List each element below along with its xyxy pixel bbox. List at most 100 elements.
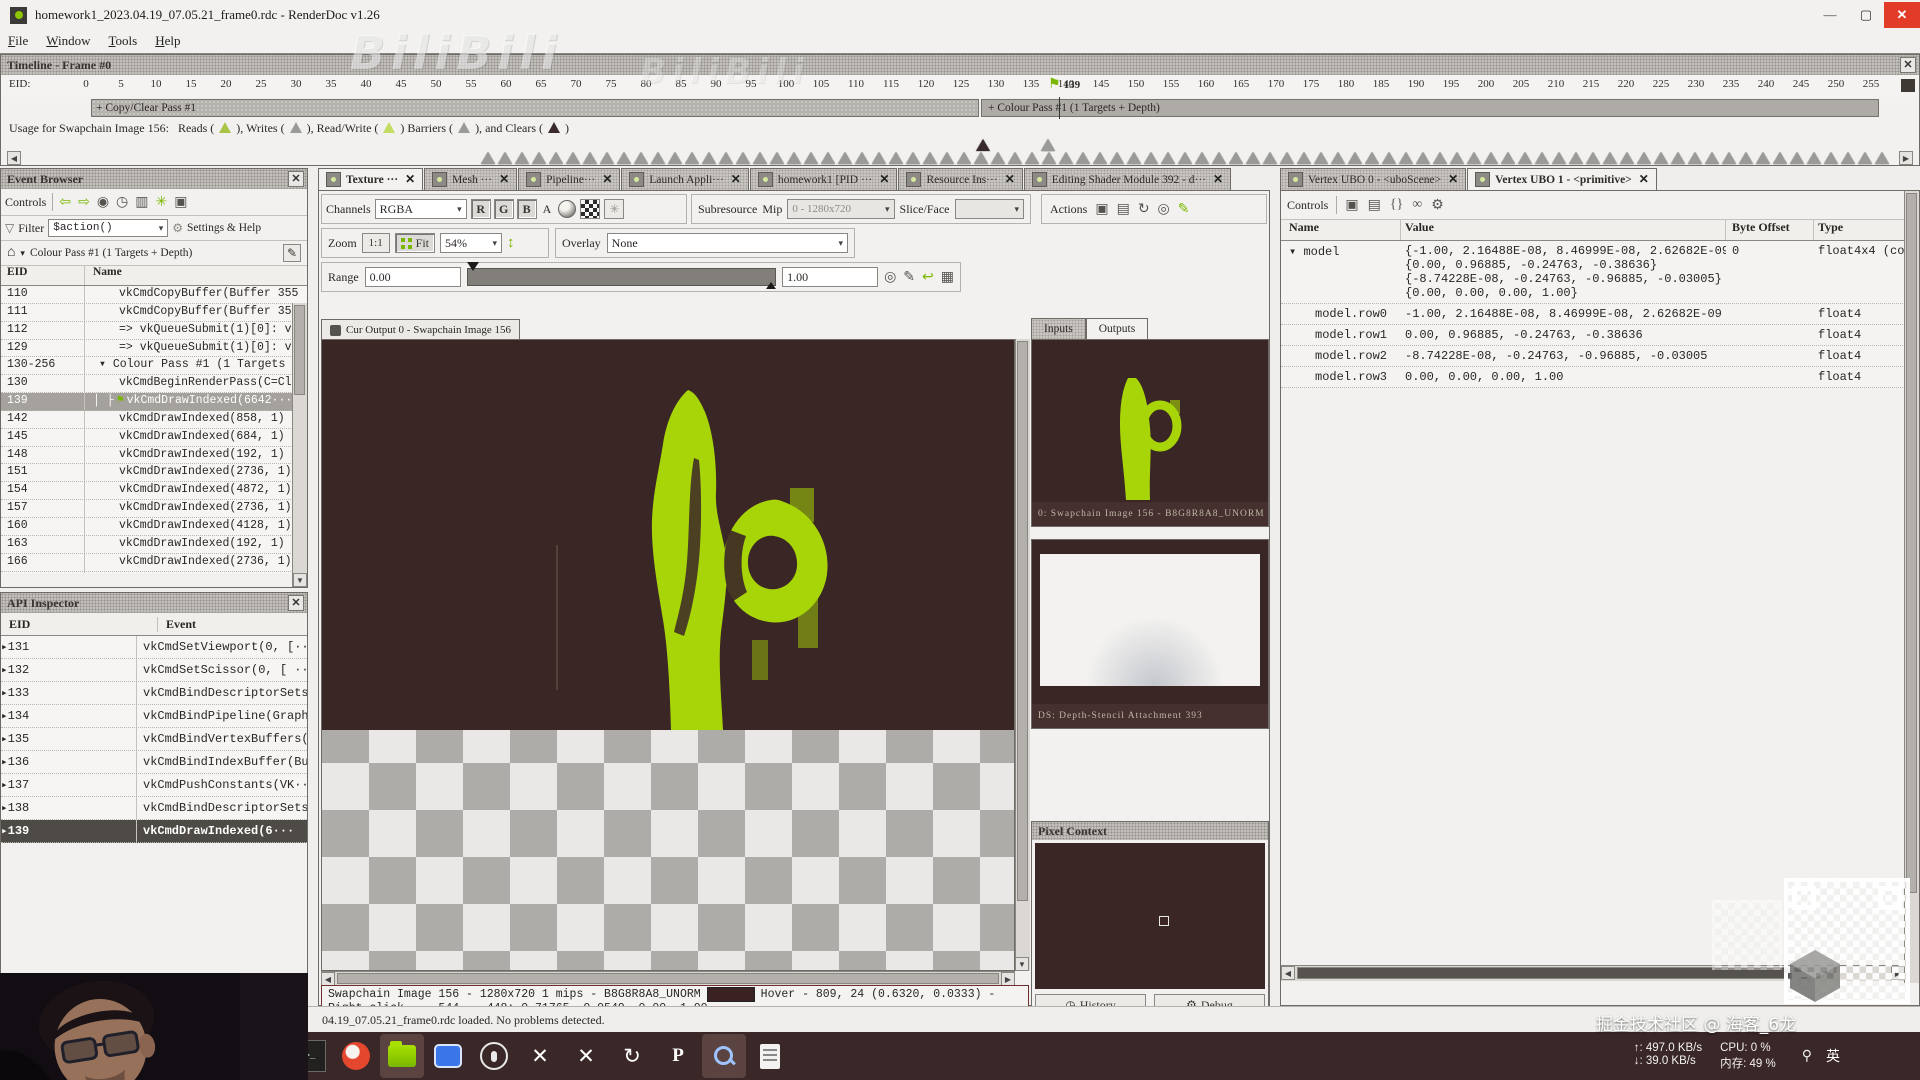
event-browser-title[interactable]: Event Browser ✕	[1, 169, 307, 189]
viewer-hscrollbar[interactable]: ◀ ▶	[321, 971, 1015, 986]
usage-marker-icon[interactable]	[1535, 152, 1549, 164]
usage-marker-icon[interactable]	[1569, 152, 1583, 164]
close-tab-icon[interactable]: ✕	[879, 172, 889, 187]
usage-marker-icon[interactable]	[1144, 152, 1158, 164]
channel-a-button[interactable]: A	[543, 202, 552, 217]
pixel-context-view[interactable]	[1035, 843, 1265, 989]
tv-pencil-icon[interactable]: ✎	[1178, 201, 1190, 218]
usage-marker-icon[interactable]	[923, 152, 937, 164]
close-icon[interactable]: ✕	[288, 595, 304, 611]
usage-marker-icon[interactable]	[1807, 152, 1821, 164]
range-undo-icon[interactable]: ↩	[922, 269, 934, 286]
pinyin-icon[interactable]: P	[663, 1041, 693, 1071]
browser-icon[interactable]	[342, 1042, 370, 1070]
tab-texture-viewer-3[interactable]: Launch Appli···✕	[621, 168, 748, 190]
checkerboard-background-button[interactable]	[580, 199, 600, 219]
ubo-row[interactable]: model.row2-8.74228E-08, -0.24763, -0.968…	[1281, 346, 1919, 367]
usage-marker-icon[interactable]	[1722, 152, 1736, 164]
api-row[interactable]: ▸138vkCmdBindDescriptorSets(	[1, 797, 307, 820]
usage-marker-icon[interactable]	[1654, 152, 1668, 164]
scroll-left-icon[interactable]: ◀	[7, 151, 21, 165]
event-row[interactable]: 130-256▾ Colour Pass #1 (1 Targets ···	[1, 357, 307, 375]
taskbar-cell[interactable]	[702, 1034, 746, 1078]
usage-marker-icon[interactable]	[974, 152, 988, 164]
event-row[interactable]: 151vkCmdDrawIndexed(2736, 1)	[1, 464, 307, 482]
event-row[interactable]: 112=> vkQueueSubmit(1)[0]: vk	[1, 322, 307, 340]
usage-marker-icon[interactable]	[617, 152, 631, 164]
pass-colour[interactable]: + Colour Pass #1 (1 Targets + Depth)	[981, 99, 1879, 117]
event-row[interactable]: 139│ ├⚑vkCmdDrawIndexed(6642···	[1, 393, 307, 411]
barrier-marker-icon[interactable]	[1041, 139, 1055, 151]
gamma-icon[interactable]	[558, 200, 576, 218]
usage-marker-icon[interactable]	[685, 152, 699, 164]
usage-marker-icon[interactable]	[957, 152, 971, 164]
tab-texture-viewer-1[interactable]: Mesh ···✕	[424, 168, 517, 190]
event-row[interactable]: 169vkCmdDrawIndexed(3792, 1)	[1, 572, 307, 574]
usage-marker-icon[interactable]	[1246, 152, 1260, 164]
flip-y-icon[interactable]: ↕	[507, 235, 515, 252]
close-tab-icon[interactable]: ✕	[602, 172, 612, 187]
expand-icon[interactable]: ▸	[1, 757, 8, 769]
eb-bookmark-icon[interactable]: ✳	[155, 194, 167, 211]
usage-marker-icon[interactable]	[1603, 152, 1617, 164]
api-row[interactable]: ▸135vkCmdBindVertexBuffers(0	[1, 728, 307, 751]
usage-marker-icon[interactable]	[787, 152, 801, 164]
usage-marker-icon[interactable]	[1484, 152, 1498, 164]
expand-icon[interactable]: ▸	[1, 711, 8, 723]
close-tab-icon[interactable]: ✕	[1005, 172, 1015, 187]
usage-marker-icon[interactable]	[1229, 152, 1243, 164]
timeline-title[interactable]: Timeline - Frame #0 ✕	[1, 55, 1919, 75]
ubo-format-icon[interactable]: {}	[1390, 197, 1403, 213]
files-icon[interactable]	[388, 1045, 416, 1067]
screenshot-icon[interactable]	[434, 1044, 462, 1068]
taskbar-cell[interactable]: ✕	[564, 1034, 608, 1078]
usage-marker-icon[interactable]	[1059, 152, 1073, 164]
event-scrollbar[interactable]: ▼	[292, 303, 307, 587]
event-row[interactable]: 111vkCmdCopyBuffer(Buffer 358	[1, 304, 307, 322]
zoom-1-1-button[interactable]: 1:1	[362, 233, 390, 253]
taskbar-cell[interactable]: ↻	[610, 1034, 654, 1078]
usage-marker-icon[interactable]	[702, 152, 716, 164]
pixel-context-title[interactable]: Pixel Context	[1032, 822, 1268, 840]
usage-marker-icon[interactable]	[1025, 152, 1039, 164]
range-max-handle[interactable]	[766, 282, 776, 289]
output-thumbnail-ds[interactable]: DS: Depth-Stencil Attachment 393	[1031, 539, 1269, 729]
usage-marker-icon[interactable]	[1348, 152, 1362, 164]
texture-display[interactable]	[321, 339, 1015, 971]
usage-marker-icon[interactable]	[1042, 152, 1056, 164]
usage-marker-icon[interactable]	[1280, 152, 1294, 164]
close-button[interactable]: ✕	[1884, 2, 1920, 28]
output-thumbnail-0[interactable]: 0: Swapchain Image 156 - B8G8R8A8_UNORM	[1031, 339, 1269, 527]
eb-time-icon[interactable]: ◷	[116, 194, 128, 211]
tab-texture-viewer-4[interactable]: homework1 [PID ···✕	[750, 168, 898, 190]
usage-marker-icon[interactable]	[1297, 152, 1311, 164]
event-row[interactable]: 157vkCmdDrawIndexed(2736, 1)	[1, 500, 307, 518]
event-row[interactable]: 129=> vkQueueSubmit(1)[0]: vk	[1, 340, 307, 358]
clear-marker-icon[interactable]	[976, 139, 990, 151]
usage-marker-icon[interactable]	[515, 152, 529, 164]
expand-icon[interactable]: ▸	[1, 642, 8, 654]
usage-marker-icon[interactable]	[1110, 152, 1124, 164]
usage-marker-icon[interactable]	[1824, 152, 1838, 164]
close-tab-icon[interactable]: ✕	[1448, 172, 1458, 187]
texture-image[interactable]	[322, 340, 1014, 730]
usage-marker-icon[interactable]	[1875, 152, 1889, 164]
event-row[interactable]: 154vkCmdDrawIndexed(4872, 1)	[1, 482, 307, 500]
menu-help[interactable]: Help	[151, 31, 184, 51]
flip-icon[interactable]: ✳	[604, 199, 624, 219]
expand-icon[interactable]: ▸	[1, 803, 8, 815]
event-row[interactable]: 145vkCmdDrawIndexed(684, 1)	[1, 429, 307, 447]
document-icon[interactable]	[760, 1044, 780, 1069]
usage-marker-icon[interactable]	[1399, 152, 1413, 164]
collapse-icon[interactable]: ▾	[1289, 245, 1303, 259]
expand-icon[interactable]: ▸	[1, 780, 8, 792]
expand-icon[interactable]: ▸	[1, 665, 8, 677]
menu-tools[interactable]: Tools	[104, 31, 141, 51]
home-icon[interactable]: ⌂	[7, 245, 15, 261]
close-2-icon[interactable]: ✕	[571, 1041, 601, 1071]
usage-marker-icon[interactable]	[1161, 152, 1175, 164]
usage-marker-icon[interactable]	[1756, 152, 1770, 164]
tab-io-0[interactable]: Inputs	[1031, 318, 1086, 339]
tab-ubo-0[interactable]: Vertex UBO 0 - <uboScene>✕	[1280, 168, 1466, 190]
usage-marker-icon[interactable]	[719, 152, 733, 164]
